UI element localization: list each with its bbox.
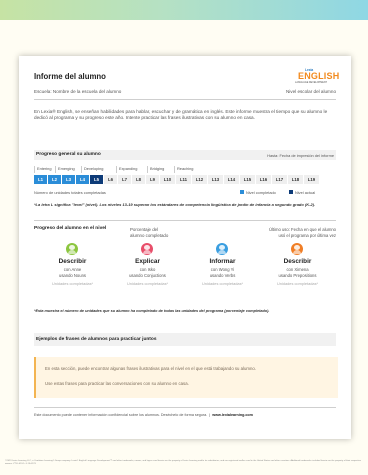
skill-title: Describir bbox=[283, 258, 312, 265]
grade-level-label: Nivel escolar del alumno bbox=[285, 89, 336, 94]
level-cell: L10 bbox=[160, 175, 175, 184]
level-cell: L13 bbox=[208, 175, 223, 184]
level-cell: L5 bbox=[90, 175, 103, 184]
stage-label: Reaching bbox=[174, 166, 193, 173]
skill-title: Informar bbox=[209, 258, 236, 265]
level-cell: L19 bbox=[304, 175, 319, 184]
examples-line2: Use estas frases para practicar las conv… bbox=[45, 381, 189, 386]
level-cell: L6 bbox=[104, 175, 117, 184]
progress-date: Hasta: Fecha de impresión del informe bbox=[267, 153, 334, 158]
skill-topic: usando Verbs bbox=[209, 273, 236, 278]
confidential-footer: Este documento puede contener informació… bbox=[34, 413, 253, 417]
skill-partner: con Isko bbox=[139, 267, 156, 272]
skill-card: Informar con Wong Yi usando Verbs Unidades … bbox=[185, 243, 260, 303]
legend-current-label: Nivel actual bbox=[295, 190, 316, 195]
confidential-text: Este documento puede contener informació… bbox=[34, 413, 208, 417]
level-cell: L14 bbox=[224, 175, 239, 184]
legal-text: ©2023 Lexia Learning LLC, a Cambium Lear… bbox=[5, 460, 361, 465]
stage-label: Bridging bbox=[147, 166, 164, 173]
website-link[interactable]: www.lexialearning.com bbox=[212, 413, 253, 417]
stage-label: Emerging bbox=[55, 166, 75, 173]
skill-topic: usando Conjuctions bbox=[129, 273, 166, 278]
level-cell: L3 bbox=[62, 175, 75, 184]
units-total-label: Número de unidades totales completadas bbox=[34, 190, 106, 195]
examples-line1: En esta sección, puede encontrar algunas… bbox=[45, 366, 256, 371]
lexia-english-logo: ENGLISH bbox=[298, 71, 340, 81]
examples-title: Ejemplos de frases de alumnos para pract… bbox=[36, 337, 157, 342]
level-cell: L4 bbox=[76, 175, 89, 184]
level-cell: L9 bbox=[146, 175, 159, 184]
skill-title: Explicar bbox=[135, 258, 160, 265]
level-progress-title: Progreso del alumno en el nivel bbox=[34, 226, 107, 231]
stage-labels: Entering Emerging Developing Expanding B… bbox=[34, 164, 336, 173]
skill-partner: con Anne bbox=[63, 267, 82, 272]
skill-topic: usando Nouns bbox=[58, 273, 86, 278]
character-avatar-icon bbox=[66, 243, 78, 255]
percent-label-line1: Porcentaje del bbox=[130, 227, 159, 232]
skill-partner: con Ximena bbox=[286, 267, 309, 272]
level-cell: L15 bbox=[240, 175, 255, 184]
skill-title: Describir bbox=[58, 258, 87, 265]
school-label: Escuela: Nombre de la escuela del alumno bbox=[34, 89, 122, 94]
skill-units-completed: Unidades completadas* bbox=[126, 281, 169, 286]
progress-title: Progreso general su alumno bbox=[36, 152, 101, 157]
divider bbox=[34, 407, 336, 408]
skill-partner: con Wong Yi bbox=[210, 267, 235, 272]
report-title: Informe del alumno bbox=[34, 72, 106, 81]
skill-units-completed: Unidades completadas* bbox=[51, 281, 94, 286]
divider bbox=[34, 220, 336, 221]
skill-card: Explicar con Isko usando Conjuctions Unidad… bbox=[110, 243, 185, 303]
last-use-line1: Último uso: Fecha en que el alumno bbox=[268, 227, 336, 232]
decorative-gradient-bar bbox=[0, 0, 368, 20]
intro-paragraph: En Lexia® English, se enseñan habilidade… bbox=[34, 109, 328, 121]
legend-completed-swatch bbox=[240, 190, 244, 194]
level-note: *La letra L significa "level" (nivel). L… bbox=[34, 202, 316, 207]
stage-label: Expanding bbox=[116, 166, 137, 173]
skill-topic: usando Prepositions bbox=[278, 273, 317, 278]
legend-completed-label: Nivel completado bbox=[246, 190, 276, 195]
skill-card: Describir con Ximena usando Prepositions Un… bbox=[260, 243, 335, 303]
logo-subtitle: LANGUAGE DEVELOPMENT bbox=[295, 81, 328, 84]
level-cell: L7 bbox=[118, 175, 131, 184]
divider bbox=[34, 99, 336, 100]
level-cell: L1 bbox=[34, 175, 47, 184]
skill-card: Describir con Anne usando Nouns Unidades co… bbox=[35, 243, 110, 303]
level-cell: L16 bbox=[256, 175, 271, 184]
character-avatar-icon bbox=[141, 243, 153, 255]
character-avatar-icon bbox=[291, 243, 303, 255]
examples-box: En esta sección, puede encontrar algunas… bbox=[34, 357, 338, 398]
stage-label: Entering bbox=[34, 166, 52, 173]
level-cell: L2 bbox=[48, 175, 61, 184]
percent-label-line2: alumno completado bbox=[130, 233, 169, 238]
level-cell: L8 bbox=[132, 175, 145, 184]
legend-current-swatch bbox=[289, 190, 293, 194]
skill-units-completed: Unidades completadas* bbox=[276, 281, 319, 286]
level-cell: L18 bbox=[288, 175, 303, 184]
character-avatar-icon bbox=[216, 243, 228, 255]
stage-label: Developing bbox=[81, 166, 103, 173]
last-use-line2: usó el programa por última vez bbox=[278, 233, 337, 238]
skill-units-completed: Unidades completadas* bbox=[201, 281, 244, 286]
level-cell: L11 bbox=[176, 175, 191, 184]
level-cell: L12 bbox=[192, 175, 207, 184]
student-report-page: Informe del alumno Lexia ENGLISH LANGUAG… bbox=[19, 56, 351, 439]
units-note: *Esta muestra el número de unidades que … bbox=[34, 309, 270, 313]
level-cell: L17 bbox=[272, 175, 287, 184]
